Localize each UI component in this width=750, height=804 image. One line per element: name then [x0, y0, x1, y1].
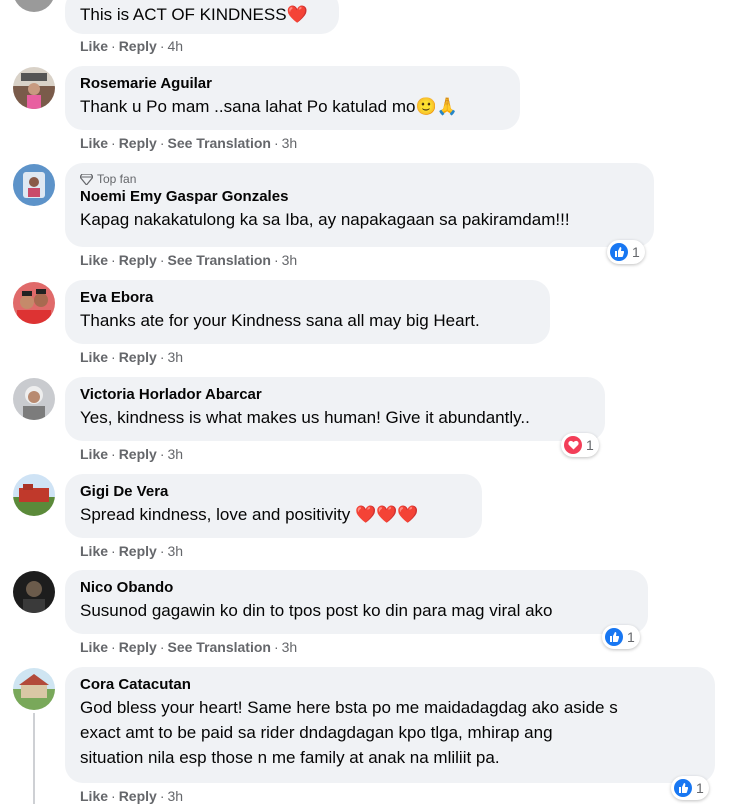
like-link[interactable]: Like [80, 252, 108, 268]
reaction-summary[interactable]: 1 [561, 433, 599, 457]
like-reaction-icon [610, 243, 628, 261]
timestamp[interactable]: 3h [282, 135, 298, 151]
comment-actions: Like · Reply · See Translation · 3h [80, 252, 298, 268]
reply-link[interactable]: Reply [119, 543, 157, 559]
reaction-count: 1 [627, 629, 635, 645]
comment-actions: Like · Reply · 3h [80, 446, 184, 462]
comment-text: Kapag nakakatulong ka sa Iba, ay napakag… [80, 210, 570, 229]
timestamp[interactable]: 3h [167, 543, 183, 559]
comment-text: Thanks ate for your Kindness sana all ma… [80, 311, 480, 330]
timestamp[interactable]: 3h [167, 349, 183, 365]
avatar-image [21, 73, 47, 109]
like-link[interactable]: Like [80, 543, 108, 559]
hearts-emoji: ❤️❤️❤️ [355, 505, 419, 524]
comment-actions: Like · Reply · See Translation · 3h [80, 135, 298, 151]
avatar-image [23, 581, 45, 613]
like-link[interactable]: Like [80, 349, 108, 365]
avatar-image [23, 172, 45, 198]
comment-bubble: Gigi De Vera Spread kindness, love and p… [65, 474, 482, 538]
love-reaction-icon [564, 436, 582, 454]
thread-line [33, 713, 35, 804]
timestamp[interactable]: 3h [167, 446, 183, 462]
comment-author[interactable]: Gigi De Vera [80, 482, 468, 502]
comment-author[interactable]: Nico Obando [80, 578, 634, 598]
like-reaction-icon [605, 628, 623, 646]
comment-author[interactable]: Eva Ebora [80, 288, 536, 308]
comment-actions: Like · Reply · 3h [80, 788, 184, 804]
avatar[interactable] [13, 378, 55, 420]
reply-link[interactable]: Reply [119, 38, 157, 54]
like-link[interactable]: Like [80, 38, 108, 54]
reaction-summary[interactable]: 1 [607, 240, 645, 264]
timestamp[interactable]: 3h [167, 788, 183, 804]
top-fan-badge: Top fan [97, 172, 137, 186]
reply-link[interactable]: Reply [119, 135, 157, 151]
heart-emoji: ❤️ [286, 5, 308, 24]
comment-author[interactable]: Rosemarie Aguilar [80, 74, 506, 94]
comment-bubble: Eva Ebora Thanks ate for your Kindness s… [65, 280, 550, 344]
comment-text: Yes, kindness is what makes us human! Gi… [80, 408, 530, 427]
reply-link[interactable]: Reply [119, 788, 157, 804]
reaction-count: 1 [586, 437, 594, 453]
comment-text-line-3: situation nila esp those n me family at … [80, 748, 500, 767]
timestamp[interactable]: 3h [282, 252, 298, 268]
comment-text: Susunod gagawin ko din to tpos post ko d… [80, 601, 553, 620]
comment-text-line-2: exact amt to be paid sa rider dndagdagan… [80, 723, 553, 742]
diamond-icon [80, 173, 93, 185]
reaction-summary[interactable]: 1 [602, 625, 640, 649]
reply-link[interactable]: Reply [119, 639, 157, 655]
comment-author[interactable]: Victoria Horlador Abarcar [80, 385, 591, 405]
like-link[interactable]: Like [80, 446, 108, 462]
comment-text: Spread kindness, love and positivity [80, 505, 351, 524]
comment-bubble: Top fan Noemi Emy Gaspar Gonzales Kapag … [65, 163, 654, 247]
like-link[interactable]: Like [80, 788, 108, 804]
comment-actions: Like · Reply · 3h [80, 349, 184, 365]
see-translation-link[interactable]: See Translation [167, 135, 270, 151]
comment-text: Thank u Po mam ..sana lahat Po katulad m… [80, 97, 416, 116]
reply-link[interactable]: Reply [119, 252, 157, 268]
like-link[interactable]: Like [80, 639, 108, 655]
reaction-summary[interactable]: 1 [671, 776, 709, 800]
avatar-image [19, 484, 49, 502]
comment-text: This is ACT OF KINDNESS [80, 5, 287, 24]
comment-bubble: Nico Obando Susunod gagawin ko din to tp… [65, 570, 648, 634]
avatar-image [23, 386, 45, 420]
avatar[interactable] [13, 571, 55, 613]
comment-bubble: Rosemarie Aguilar Thank u Po mam ..sana … [65, 66, 520, 130]
comment-actions: Like · Reply · 3h [80, 543, 184, 559]
like-link[interactable]: Like [80, 135, 108, 151]
reaction-count: 1 [696, 780, 704, 796]
comment-bubble: This is ACT OF KINDNESS❤️ [65, 0, 339, 34]
avatar[interactable] [13, 67, 55, 109]
see-translation-link[interactable]: See Translation [167, 252, 270, 268]
comment-author[interactable]: Cora Catacutan [80, 675, 701, 695]
comment-actions: Like · Reply · See Translation · 3h [80, 639, 298, 655]
comment-bubble: Victoria Horlador Abarcar Yes, kindness … [65, 377, 605, 441]
comment-actions: Like · Reply · 4h [80, 38, 184, 54]
reaction-count: 1 [632, 244, 640, 260]
reply-link[interactable]: Reply [119, 446, 157, 462]
comment-text-line-1: God bless your heart! Same here bsta po … [80, 698, 618, 717]
avatar[interactable] [13, 0, 55, 12]
reply-link[interactable]: Reply [119, 349, 157, 365]
smile-pray-emoji: 🙂🙏 [415, 97, 458, 116]
timestamp[interactable]: 4h [167, 38, 183, 54]
avatar-image [17, 289, 51, 324]
avatar[interactable] [13, 668, 55, 710]
avatar-image [19, 674, 49, 698]
see-translation-link[interactable]: See Translation [167, 639, 270, 655]
comment-bubble: Cora Catacutan God bless your heart! Sam… [65, 667, 715, 783]
avatar[interactable] [13, 282, 55, 324]
timestamp[interactable]: 3h [282, 639, 298, 655]
comment-author[interactable]: Noemi Emy Gaspar Gonzales [80, 187, 640, 207]
avatar[interactable] [13, 164, 55, 206]
like-reaction-icon [674, 779, 692, 797]
avatar[interactable] [13, 474, 55, 516]
